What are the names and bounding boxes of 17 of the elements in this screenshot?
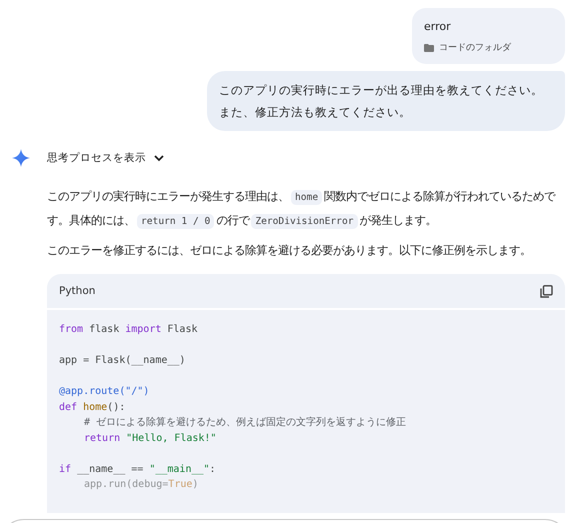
folder-icon bbox=[424, 44, 434, 52]
code-block: from flask import Flask app = Flask(__name__) @app.route("/") def home(): # ゼロによる除算を避けるため、例えば固定の文字列を返すように修正 return "Hello, Flask!" if __name__ == "__main__": app.run(debug=True) bbox=[47, 310, 565, 512]
show-thinking-toggle[interactable]: 思考プロセスを表示 bbox=[47, 151, 164, 165]
inline-code: return 1 / 0 bbox=[137, 214, 214, 229]
attachment-card[interactable]: error コードのフォルダ bbox=[412, 8, 565, 64]
response-paragraph: このエラーを修正するには、ゼロによる除算を避ける必要があります。以下に修正例を示します。 bbox=[47, 243, 532, 259]
chevron-icon bbox=[154, 154, 164, 162]
inline-code: ZeroDivisionError bbox=[251, 214, 358, 229]
response-paragraph: このアプリの実行時にエラーが発生する理由は、 home 関数内でゼロによる除算が行われているためです。具体的には、 return 1 / 0 の行で ZeroDivisionError が発生します。 bbox=[47, 189, 557, 231]
copy-button[interactable] bbox=[540, 284, 553, 298]
folder-label: コードのフォルダ bbox=[439, 42, 511, 54]
sparkle-icon bbox=[12, 149, 30, 167]
inline-code: home bbox=[291, 190, 322, 205]
attachment-title: error bbox=[424, 20, 452, 33]
language-label: Python bbox=[59, 285, 96, 297]
copy-icon bbox=[540, 284, 553, 298]
user-message: このアプリの実行時にエラーが出る理由を教えてください。また、修正方法も教えてください。 bbox=[207, 71, 565, 131]
